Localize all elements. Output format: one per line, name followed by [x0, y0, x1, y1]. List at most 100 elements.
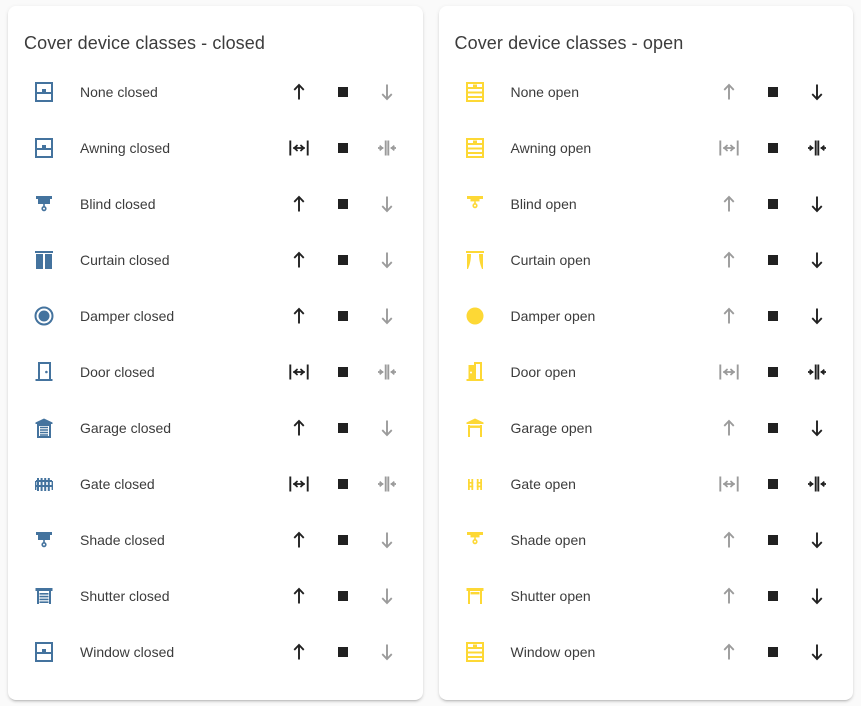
up-button[interactable] — [277, 240, 321, 280]
gate-closed-icon — [35, 478, 53, 491]
open-horizontal-icon — [719, 140, 739, 156]
down-button — [365, 408, 409, 448]
stop-button[interactable] — [751, 352, 795, 392]
open-horizontal-button[interactable] — [277, 128, 321, 168]
stop-button[interactable] — [751, 632, 795, 672]
cover-controls — [277, 72, 409, 112]
down-button[interactable] — [795, 520, 839, 560]
down-icon — [811, 196, 823, 213]
shutter-closed-icon — [35, 588, 53, 604]
entity-icon[interactable] — [24, 464, 64, 504]
down-button[interactable] — [795, 632, 839, 672]
entity-icon[interactable] — [24, 352, 64, 392]
stop-button[interactable] — [321, 128, 365, 168]
table-row: None open — [439, 64, 854, 120]
stop-button[interactable] — [321, 632, 365, 672]
table-row: None closed — [8, 64, 423, 120]
down-button[interactable] — [795, 408, 839, 448]
blinds-icon — [36, 196, 52, 212]
window-shutter-open-icon — [465, 642, 484, 662]
stop-button[interactable] — [321, 520, 365, 560]
table-row: Window open — [439, 624, 854, 680]
close-horizontal-button[interactable] — [795, 128, 839, 168]
open-horizontal-button[interactable] — [277, 464, 321, 504]
up-button[interactable] — [277, 576, 321, 616]
stop-button[interactable] — [751, 408, 795, 448]
stop-button[interactable] — [321, 576, 365, 616]
stop-button[interactable] — [321, 72, 365, 112]
down-icon — [381, 420, 392, 437]
up-button[interactable] — [277, 408, 321, 448]
stop-button[interactable] — [321, 352, 365, 392]
up-button[interactable] — [277, 72, 321, 112]
close-horizontal-button[interactable] — [795, 352, 839, 392]
up-button — [707, 408, 751, 448]
entity-icon[interactable] — [24, 240, 64, 280]
down-icon — [811, 308, 823, 325]
stop-button[interactable] — [751, 72, 795, 112]
entity-icon[interactable] — [24, 576, 64, 616]
up-button[interactable] — [277, 520, 321, 560]
stop-button[interactable] — [321, 240, 365, 280]
up-button[interactable] — [277, 632, 321, 672]
entity-icon[interactable] — [24, 408, 64, 448]
stop-button[interactable] — [751, 128, 795, 168]
stop-button[interactable] — [751, 184, 795, 224]
entity-icon[interactable] — [455, 128, 495, 168]
up-icon — [293, 195, 304, 212]
stop-button[interactable] — [321, 184, 365, 224]
table-row: Curtain closed — [8, 232, 423, 288]
entity-icon[interactable] — [24, 72, 64, 112]
stop-button[interactable] — [751, 240, 795, 280]
stop-button[interactable] — [321, 464, 365, 504]
stop-button[interactable] — [751, 520, 795, 560]
down-button[interactable] — [795, 296, 839, 336]
entity-icon[interactable] — [24, 520, 64, 560]
down-button[interactable] — [795, 184, 839, 224]
close-horizontal-button[interactable] — [795, 464, 839, 504]
up-button[interactable] — [277, 296, 321, 336]
stop-button[interactable] — [751, 464, 795, 504]
entity-icon[interactable] — [455, 352, 495, 392]
entity-icon[interactable] — [24, 128, 64, 168]
down-icon — [811, 644, 823, 661]
garage-closed-icon — [35, 418, 53, 438]
cover-controls — [277, 352, 409, 392]
stop-button[interactable] — [751, 296, 795, 336]
stop-button[interactable] — [321, 296, 365, 336]
up-button — [707, 576, 751, 616]
down-icon — [811, 252, 823, 269]
down-icon — [381, 644, 392, 661]
entity-icon[interactable] — [455, 576, 495, 616]
down-button — [365, 632, 409, 672]
down-button[interactable] — [795, 576, 839, 616]
entity-icon[interactable] — [455, 408, 495, 448]
circle-damper-icon — [34, 306, 54, 326]
entity-icon[interactable] — [455, 464, 495, 504]
entity-icon[interactable] — [455, 72, 495, 112]
stop-icon — [337, 367, 348, 377]
down-button[interactable] — [795, 72, 839, 112]
entity-icon[interactable] — [24, 632, 64, 672]
cover-controls — [707, 520, 839, 560]
entity-icon[interactable] — [455, 240, 495, 280]
stop-button[interactable] — [321, 408, 365, 448]
down-button[interactable] — [795, 240, 839, 280]
entity-icon[interactable] — [24, 184, 64, 224]
entity-icon[interactable] — [455, 296, 495, 336]
stop-icon — [337, 87, 348, 97]
close-horizontal-button — [365, 352, 409, 392]
entity-name: Gate open — [510, 476, 576, 492]
stop-icon — [337, 591, 348, 601]
cover-controls — [707, 184, 839, 224]
stop-button[interactable] — [751, 576, 795, 616]
entity-icon[interactable] — [455, 632, 495, 672]
entity-icon[interactable] — [455, 184, 495, 224]
up-button[interactable] — [277, 184, 321, 224]
entity-icon[interactable] — [455, 520, 495, 560]
open-horizontal-button[interactable] — [277, 352, 321, 392]
entity-icon[interactable] — [24, 296, 64, 336]
table-row: Shutter open — [439, 568, 854, 624]
up-icon — [723, 83, 735, 100]
table-row: Damper open — [439, 288, 854, 344]
